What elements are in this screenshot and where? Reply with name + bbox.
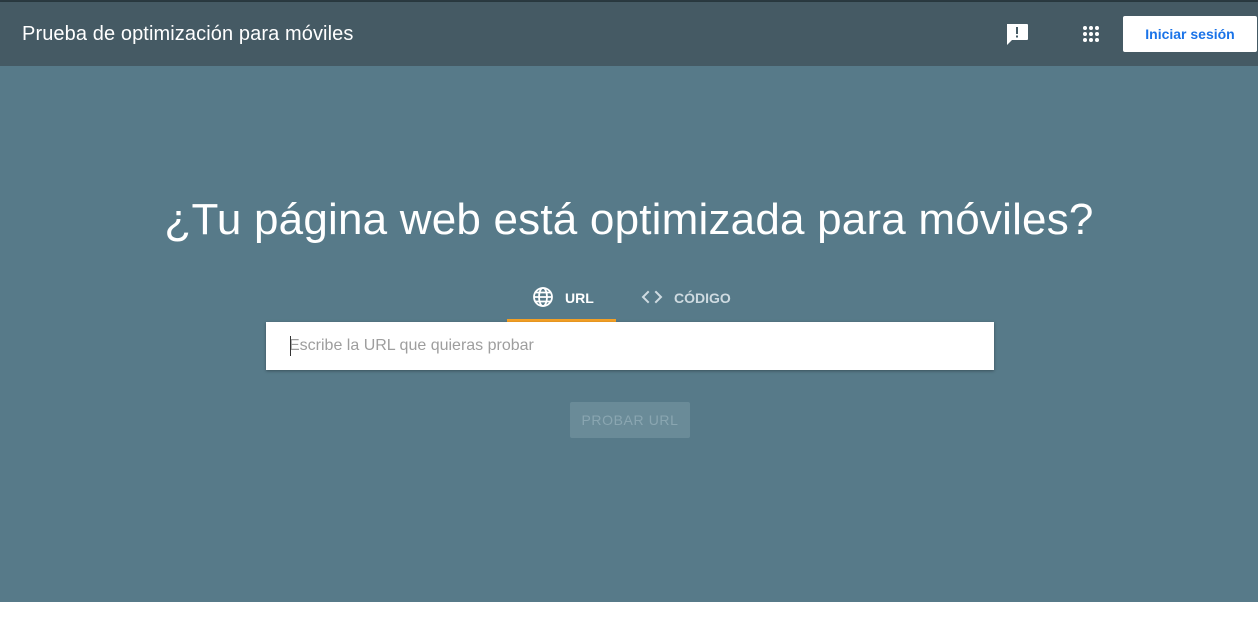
text-caret <box>290 336 291 356</box>
feedback-icon <box>1007 24 1028 45</box>
app-title: Prueba de optimización para móviles <box>22 23 354 45</box>
feedback-button[interactable] <box>1001 18 1033 50</box>
url-input[interactable] <box>266 322 994 370</box>
hero-section: ¿Tu página web está optimizada para móvi… <box>0 66 1258 602</box>
tab-code-label: CÓDIGO <box>674 290 731 306</box>
page-headline: ¿Tu página web está optimizada para móvi… <box>164 195 1094 244</box>
sign-in-button[interactable]: Iniciar sesión <box>1123 16 1257 52</box>
apps-button[interactable] <box>1075 18 1107 50</box>
code-icon <box>641 290 663 304</box>
app-bar: Prueba de optimización para móviles Inic… <box>0 2 1258 66</box>
tab-url-label: URL <box>565 290 594 306</box>
globe-icon <box>533 287 553 307</box>
tab-url[interactable]: URL <box>507 282 616 322</box>
apps-grid-icon <box>1083 26 1099 42</box>
test-url-button[interactable]: PROBAR URL <box>570 402 690 438</box>
tab-code[interactable]: CÓDIGO <box>628 282 742 322</box>
